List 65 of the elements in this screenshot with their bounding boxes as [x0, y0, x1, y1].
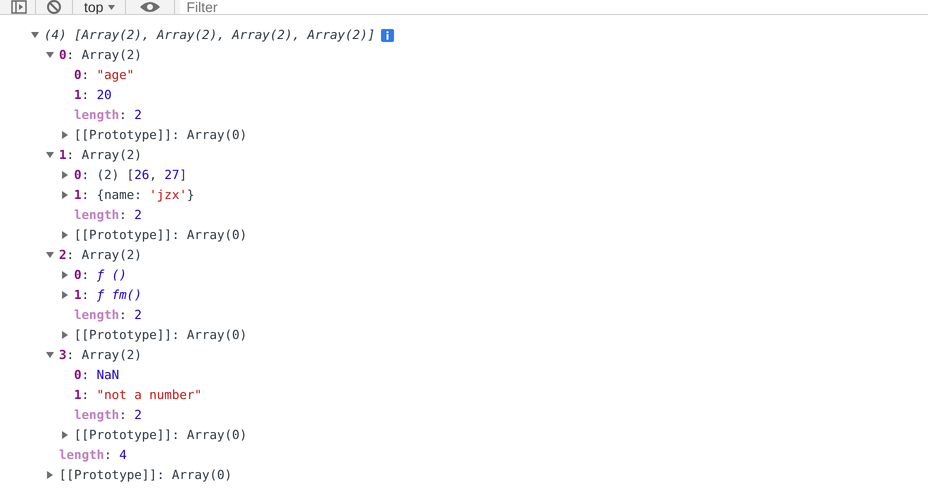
property-value: Array(2): [82, 146, 142, 164]
property-key: 1:: [74, 86, 90, 104]
property-value: Array(2): [82, 346, 142, 364]
property-key: 2:: [59, 246, 74, 264]
expand-triangle-icon[interactable]: [61, 171, 69, 179]
expand-triangle-icon[interactable]: [61, 331, 69, 339]
property-value: 2: [134, 306, 142, 324]
collapse-triangle-icon[interactable]: [31, 31, 39, 39]
property-value: Array(0): [186, 226, 248, 244]
property-key: 0:: [74, 166, 90, 184]
collapse-triangle-icon[interactable]: [46, 251, 54, 259]
property-key: 0:: [74, 66, 90, 84]
property-key: 0:: [74, 366, 90, 384]
expand-triangle-icon[interactable]: [46, 471, 54, 479]
eye-icon[interactable]: [140, 1, 160, 13]
property-value: Array(0): [186, 426, 248, 444]
property-key: length:: [74, 206, 127, 224]
info-icon[interactable]: [381, 28, 394, 42]
property-value: Array(2): [82, 46, 142, 64]
sidebar-toggle-icon[interactable]: [11, 0, 27, 14]
property-value: Array(0): [172, 466, 232, 484]
property-key: [[Prototype]]:: [74, 426, 180, 444]
property-value: Array(0): [186, 326, 248, 344]
property-key: [[Prototype]]:: [74, 326, 180, 344]
property-key: 1:: [74, 386, 90, 404]
property-key: 1:: [74, 286, 90, 304]
property-value: 2: [134, 106, 142, 124]
filter-field[interactable]: Filter: [180, 0, 928, 14]
property-key: 0:: [74, 266, 90, 284]
property-value: {name: 'jzx'}: [96, 186, 194, 204]
property-value: 2: [134, 406, 142, 424]
collapse-triangle-icon[interactable]: [46, 51, 54, 59]
property-value: ƒ (): [96, 266, 127, 284]
property-key: [[Prototype]]:: [74, 126, 180, 144]
property-value: Array(2): [82, 246, 142, 264]
property-key: length:: [74, 306, 127, 324]
property-value: ƒ fm(): [96, 286, 142, 304]
property-value: 2: [134, 206, 142, 224]
property-value: 4: [119, 446, 127, 464]
clear-console-icon[interactable]: [46, 0, 62, 14]
property-key: [[Prototype]]:: [74, 226, 180, 244]
property-key: 0:: [59, 46, 74, 64]
property-key: length:: [74, 406, 127, 424]
property-key: [[Prototype]]:: [59, 466, 164, 484]
property-value: NaN: [96, 366, 120, 384]
expand-triangle-icon[interactable]: [61, 431, 69, 439]
property-key: 1:: [74, 186, 90, 204]
property-value: "not a number": [96, 386, 202, 404]
property-value: "age": [96, 66, 134, 84]
property-value: (4) [Array(2), Array(2), Array(2), Array(2)]: [44, 26, 376, 44]
property-value: 20: [96, 86, 112, 104]
expand-triangle-icon[interactable]: [61, 291, 69, 299]
property-value: (2) [26, 27]: [96, 166, 187, 184]
expand-triangle-icon[interactable]: [61, 131, 69, 139]
expand-triangle-icon[interactable]: [61, 191, 69, 199]
caret-icon: [108, 4, 116, 10]
property-key: 3:: [59, 346, 74, 364]
collapse-triangle-icon[interactable]: [46, 351, 54, 359]
property-value: Array(0): [186, 126, 248, 144]
collapse-triangle-icon[interactable]: [46, 151, 54, 159]
property-key: 1:: [59, 146, 74, 164]
property-key: length:: [59, 446, 112, 464]
expand-triangle-icon[interactable]: [61, 231, 69, 239]
property-key: length:: [74, 106, 127, 124]
expand-triangle-icon[interactable]: [61, 271, 69, 279]
